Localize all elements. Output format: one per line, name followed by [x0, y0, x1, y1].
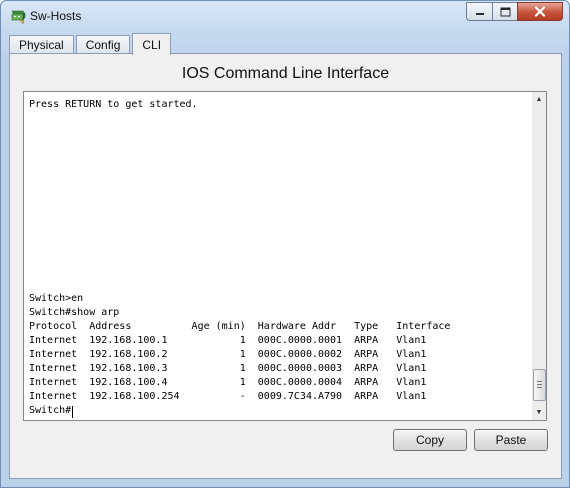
terminal-line: Internet 192.168.100.4 1 000C.0000.0004 …: [29, 377, 427, 388]
terminal-prompt-line: Switch#: [29, 405, 72, 416]
page-title: IOS Command Line Interface: [181, 65, 390, 82]
terminal-line: Internet 192.168.100.254 - 0009.7C34.A79…: [29, 391, 427, 402]
close-icon: [534, 6, 546, 17]
minimize-icon: [475, 12, 484, 15]
tab-cli[interactable]: CLI: [132, 33, 172, 55]
tab-config[interactable]: Config: [75, 35, 131, 54]
terminal-line: Protocol Address Age (min) Hardware Addr…: [29, 321, 451, 332]
terminal-line: Press RETURN to get started.: [29, 99, 198, 110]
packet-tracer-switch-icon: [11, 10, 26, 24]
window-title: Sw-Hosts: [30, 9, 82, 23]
thumb-grip: [537, 381, 542, 382]
cli-terminal[interactable]: Press RETURN to get started. Switch>en S…: [23, 91, 533, 421]
copy-button[interactable]: Copy: [393, 429, 467, 451]
tab-bar: Physical Config CLI: [9, 32, 173, 55]
title-bar[interactable]: Sw-Hosts: [1, 1, 569, 31]
cli-panel: IOS Command Line Interface Press RETURN …: [9, 53, 562, 479]
terminal-scrollbar[interactable]: ▲ ▼: [532, 91, 547, 421]
thumb-grip: [537, 387, 542, 388]
terminal-line: Switch>en: [29, 293, 84, 304]
maximize-icon: [500, 7, 510, 16]
terminal-line: Switch#show arp: [29, 307, 120, 318]
close-button[interactable]: [517, 2, 563, 21]
sw-hosts-window: Sw-Hosts Physical Config CLI IOS Command…: [0, 0, 570, 488]
minimize-button[interactable]: [466, 2, 492, 21]
thumb-grip: [537, 384, 542, 385]
text-cursor: [72, 406, 73, 418]
terminal-line: Internet 192.168.100.3 1 000C.0000.0003 …: [29, 363, 427, 374]
terminal-line: Internet 192.168.100.1 1 000C.0000.0001 …: [29, 335, 427, 346]
scroll-up-arrow-icon[interactable]: ▲: [532, 92, 546, 106]
maximize-button[interactable]: [492, 2, 517, 21]
terminal-line: Internet 192.168.100.2 1 000C.0000.0002 …: [29, 349, 427, 360]
paste-button[interactable]: Paste: [474, 429, 548, 451]
scrollbar-thumb[interactable]: [533, 369, 546, 401]
tab-physical[interactable]: Physical: [9, 35, 74, 54]
window-controls: [466, 2, 563, 21]
scroll-down-arrow-icon[interactable]: ▼: [532, 405, 546, 419]
